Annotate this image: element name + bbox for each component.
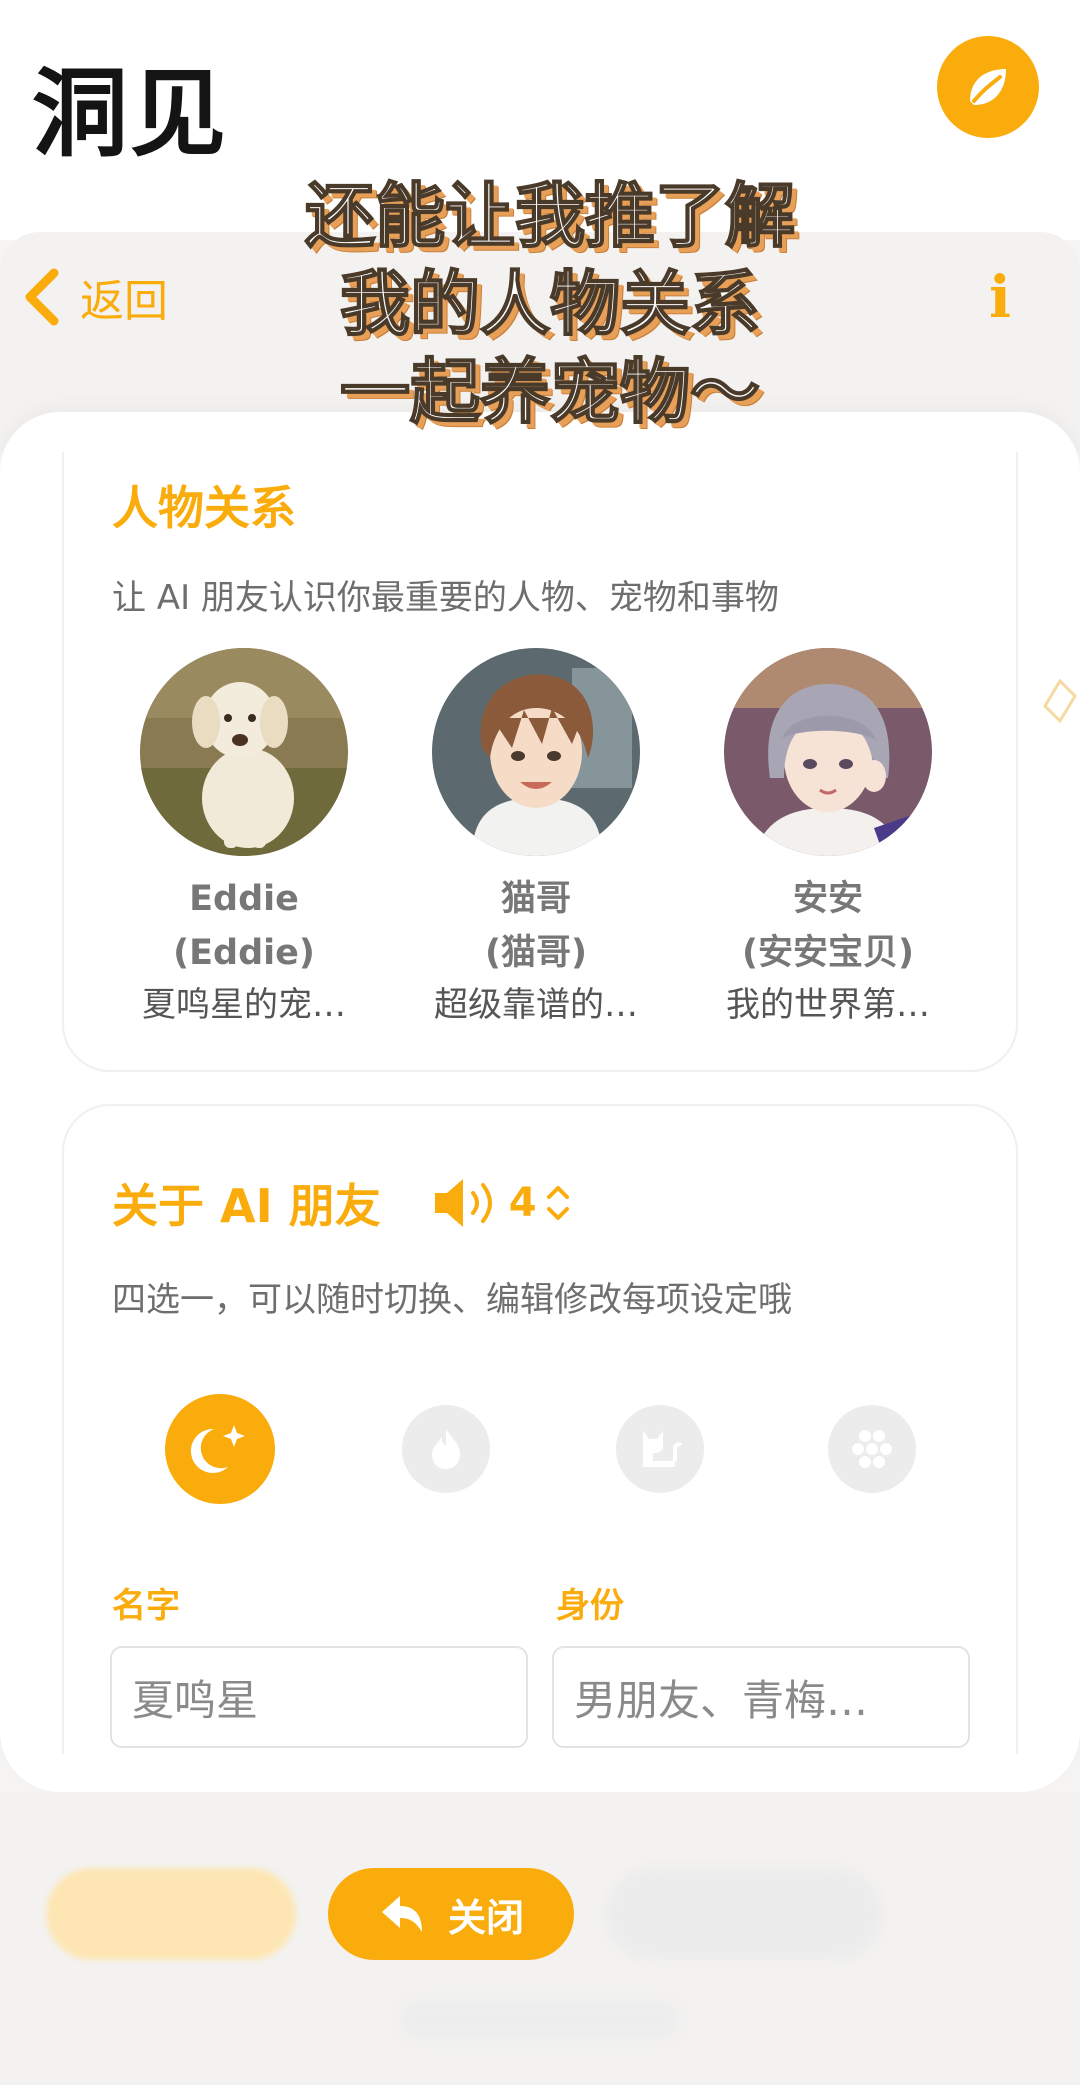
contact-alias: (Eddie) [173, 933, 315, 973]
honeycomb-icon [852, 1430, 892, 1468]
name-field[interactable] [110, 1646, 528, 1748]
voice-selector[interactable]: 4 [431, 1175, 573, 1231]
relations-subtitle: 让 AI 朋友认识你最重要的人物、宠物和事物 [112, 578, 779, 618]
contact-item[interactable]: Eddie (Eddie) 夏鸣星的宠… [114, 648, 374, 1030]
role-tab-honeycomb[interactable] [828, 1405, 916, 1493]
fire-icon [432, 1429, 460, 1469]
name-label: 名字 [112, 1586, 180, 1626]
contact-name: 安安 [792, 879, 863, 919]
contacts-list: Eddie (Eddie) 夏鸣星的宠… 猫哥 (猫哥) 超级靠谱的… 安安 (… [90, 648, 990, 1028]
voice-level: 4 [508, 1180, 537, 1226]
blurred-button [606, 1868, 882, 1960]
contact-description: 夏鸣星的宠… [142, 985, 346, 1025]
about-ai-subtitle: 四选一，可以随时切换、编辑修改每项设定哦 [112, 1280, 792, 1320]
avatar-anime-boy [432, 648, 640, 856]
caption-line: 还能让我推了解 [304, 174, 796, 258]
identity-label: 身份 [556, 1586, 624, 1626]
contact-item[interactable]: 猫哥 (猫哥) 超级靠谱的… [406, 648, 666, 1030]
blurred-button [46, 1868, 296, 1960]
avatar-anime-girl [724, 648, 932, 856]
contact-item[interactable]: 安安 (安安宝贝) 我的世界第… [698, 648, 958, 1030]
chevron-updown-icon [546, 1186, 569, 1220]
close-button[interactable]: 关闭 [328, 1868, 574, 1960]
contact-description: 超级靠谱的… [434, 985, 638, 1025]
contact-name: Eddie [189, 879, 299, 919]
contact-alias: (安安宝贝) [742, 933, 914, 973]
contact-description: 我的世界第… [726, 985, 930, 1025]
about-ai-title: 关于 AI 朋友 [112, 1179, 381, 1233]
back-button[interactable]: 返回 [22, 262, 168, 332]
app-logo: 洞见 [32, 57, 228, 170]
close-label: 关闭 [447, 1895, 524, 1940]
leaf-icon [970, 69, 1006, 105]
sparkle-decoration [1043, 678, 1077, 724]
identity-field[interactable] [552, 1646, 970, 1748]
about-ai-header: 关于 AI 朋友 4 [112, 1168, 573, 1238]
chevron-left-icon [25, 268, 59, 326]
contact-name: 猫哥 [500, 879, 571, 919]
contact-alias: (猫哥) [485, 933, 587, 973]
role-tab-fire[interactable] [402, 1405, 490, 1493]
relations-title: 人物关系 [112, 481, 296, 535]
speaker-icon [434, 1179, 492, 1227]
caption-line: 一起养宠物～ [339, 350, 761, 434]
reply-arrow-icon [381, 1896, 422, 1932]
info-button[interactable]: i [970, 262, 1030, 332]
leaf-button[interactable] [937, 36, 1039, 138]
back-label: 返回 [80, 276, 168, 327]
role-tab-cat[interactable] [616, 1405, 704, 1493]
role-tab-moon[interactable] [165, 1394, 275, 1504]
cat-icon [643, 1431, 683, 1467]
home-indicator [400, 2000, 680, 2040]
moon-star-icon [190, 1425, 245, 1473]
avatar-dog [140, 648, 348, 856]
overlay-caption: 还能让我推了解 我的人物关系 一起养宠物～ [200, 172, 900, 436]
role-selector [165, 1394, 916, 1504]
caption-line: 我的人物关系 [339, 262, 761, 346]
